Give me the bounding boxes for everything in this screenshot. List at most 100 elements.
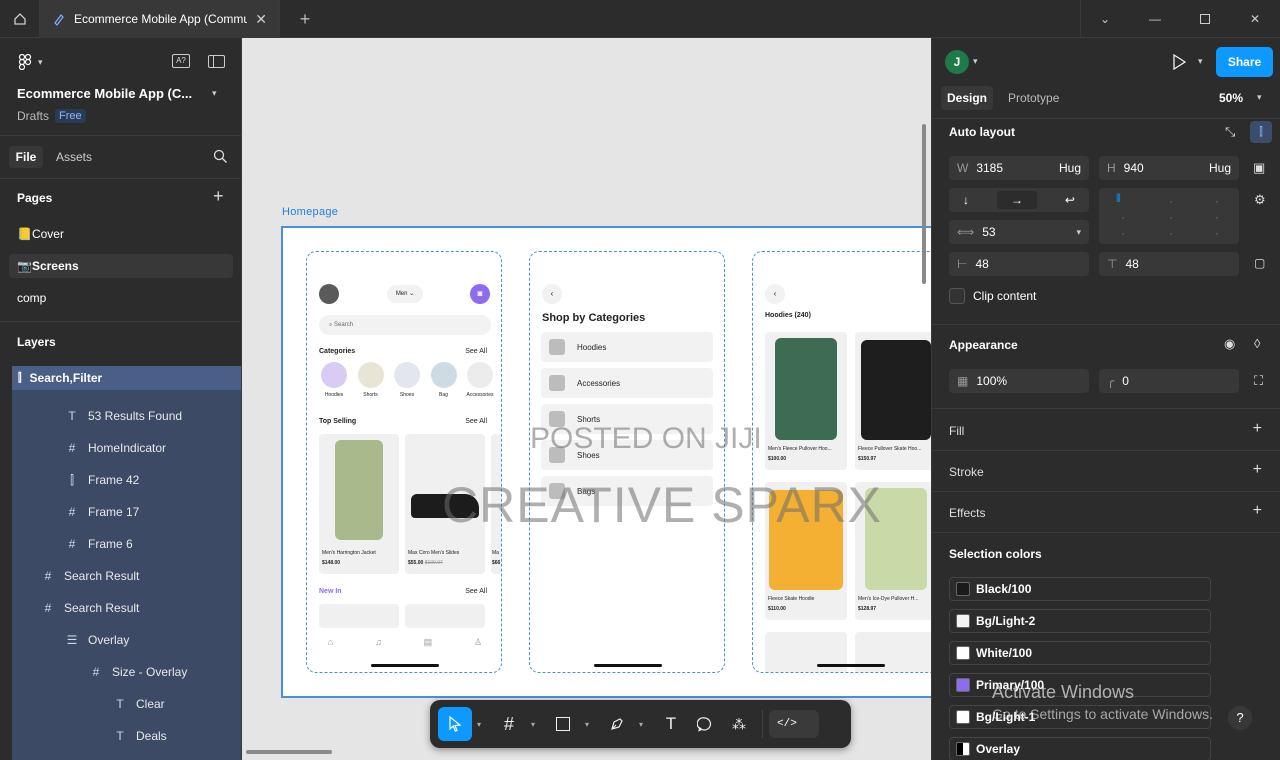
- tab-assets[interactable]: Assets: [56, 146, 92, 168]
- see-all-link[interactable]: See All: [465, 418, 487, 425]
- category-item[interactable]: Shoes: [392, 362, 422, 402]
- color-swatch[interactable]: [956, 678, 970, 692]
- pen-tool[interactable]: [600, 707, 634, 741]
- color-swatch[interactable]: [956, 710, 970, 724]
- blend-mode-icon[interactable]: ◊: [1254, 336, 1260, 351]
- height-field[interactable]: H 940 Hug: [1099, 156, 1239, 180]
- layer-item[interactable]: # Frame 17: [12, 496, 241, 528]
- page-item-screens[interactable]: 📷Screens: [9, 254, 233, 278]
- padding-individual-icon[interactable]: ▢: [1254, 256, 1265, 270]
- product-card[interactable]: Fleece Pullover Skate Hoo... $150.97: [855, 332, 931, 470]
- add-effect-icon[interactable]: +: [1253, 502, 1262, 520]
- vertical-scrollbar[interactable]: [922, 124, 926, 284]
- layer-item[interactable]: ⫿ Frame 42: [12, 464, 241, 496]
- color-swatch[interactable]: [956, 646, 970, 660]
- screen-hoodies[interactable]: ‹ Hoodies (240) Men's Fleece Pullover Ho…: [752, 251, 931, 673]
- category-row[interactable]: Accessories: [541, 368, 713, 398]
- maximize-button[interactable]: [1180, 0, 1230, 38]
- search-icon[interactable]: [213, 149, 228, 164]
- arrow-right-icon[interactable]: →: [996, 191, 1037, 209]
- wrap-icon[interactable]: ↩: [1065, 193, 1075, 207]
- add-fill-icon[interactable]: +: [1253, 420, 1262, 438]
- file-location[interactable]: Drafts: [17, 109, 49, 123]
- chevron-down-icon[interactable]: ▾: [526, 720, 540, 729]
- resize-icon[interactable]: ▣: [1253, 160, 1265, 176]
- orders-icon[interactable]: ▤: [424, 637, 433, 648]
- eye-icon[interactable]: ◉: [1224, 336, 1235, 352]
- color-swatch[interactable]: [956, 742, 970, 756]
- opacity-field[interactable]: ▦ 100%: [949, 369, 1089, 393]
- back-icon[interactable]: ‹: [765, 284, 785, 304]
- settings-icon[interactable]: ⚙: [1254, 192, 1266, 208]
- text-tool[interactable]: T: [654, 707, 688, 741]
- category-item[interactable]: Accessories: [465, 362, 495, 402]
- layer-item[interactable]: # Size - Overlay: [12, 656, 241, 688]
- screen-home[interactable]: Men ⌄ ◙ ⌕ Search Categories See All Hood…: [306, 251, 502, 673]
- padding-vertical-field[interactable]: ⊤ 48: [1099, 252, 1239, 276]
- color-swatch[interactable]: [956, 582, 970, 596]
- tabs-dropdown-button[interactable]: ⌄: [1080, 0, 1130, 38]
- height-mode[interactable]: Hug: [1209, 161, 1231, 175]
- width-field[interactable]: W 3185 Hug: [949, 156, 1089, 180]
- help-button[interactable]: ?: [1228, 706, 1252, 730]
- new-tab-button[interactable]: +: [290, 0, 320, 38]
- profile-icon[interactable]: ♙: [474, 637, 482, 648]
- canvas[interactable]: Homepage Men ⌄ ◙ ⌕ Search Categories See…: [242, 38, 931, 760]
- category-item[interactable]: Bag: [429, 362, 459, 402]
- share-button[interactable]: Share: [1216, 47, 1273, 77]
- selection-color-row[interactable]: White/100: [949, 641, 1211, 665]
- tab-design[interactable]: Design: [941, 86, 993, 110]
- back-icon[interactable]: ‹: [542, 284, 562, 304]
- chevron-down-icon[interactable]: ▾: [580, 720, 594, 729]
- clip-content-checkbox[interactable]: [949, 288, 965, 304]
- horizontal-scrollbar[interactable]: [246, 750, 332, 754]
- layer-item[interactable]: # Frame 6: [12, 528, 241, 560]
- tab-prototype[interactable]: Prototype: [1008, 86, 1059, 110]
- layer-item[interactable]: # Search Result: [12, 560, 241, 592]
- font-avatar-badge[interactable]: A?: [172, 54, 190, 68]
- layer-item[interactable]: T 53 Results Found: [12, 400, 241, 432]
- close-window-button[interactable]: ✕: [1230, 0, 1280, 38]
- chevron-down-icon[interactable]: ▾: [472, 720, 486, 729]
- file-name[interactable]: Ecommerce Mobile App (C...: [17, 86, 192, 101]
- chevron-down-icon[interactable]: ▾: [1257, 92, 1262, 103]
- chevron-down-icon[interactable]: ▾: [212, 88, 217, 99]
- see-all-link[interactable]: See All: [465, 348, 487, 355]
- home-icon[interactable]: ⌂: [328, 637, 333, 647]
- bag-icon[interactable]: ◙: [470, 284, 490, 304]
- bell-icon[interactable]: ♫: [375, 637, 382, 647]
- chevron-down-icon[interactable]: ▾: [634, 720, 648, 729]
- layer-item[interactable]: T Deals: [12, 720, 241, 752]
- width-mode[interactable]: Hug: [1059, 161, 1081, 175]
- product-card[interactable]: [405, 604, 485, 628]
- category-item[interactable]: Hoodies: [319, 362, 349, 402]
- move-tool[interactable]: [438, 707, 472, 741]
- screen-categories[interactable]: ‹ Shop by Categories Hoodies Accessories…: [529, 251, 725, 673]
- collapse-icon[interactable]: ⤡: [1225, 124, 1235, 140]
- category-row[interactable]: Hoodies: [541, 332, 713, 362]
- play-icon[interactable]: [1172, 54, 1186, 70]
- gap-field[interactable]: ⟺ 53 ▾: [949, 220, 1089, 244]
- main-menu-button[interactable]: ▾: [0, 52, 242, 72]
- product-card[interactable]: [319, 604, 399, 628]
- page-item-cover[interactable]: 📒Cover: [17, 227, 64, 241]
- layer-selected[interactable]: ⫿ Search,Filter: [12, 366, 241, 390]
- auto-layout-toggle[interactable]: ⫿: [1250, 121, 1272, 143]
- see-all-link[interactable]: See All: [465, 588, 487, 595]
- layer-item[interactable]: # HomeIndicator: [12, 432, 241, 464]
- selection-color-row[interactable]: Black/100: [949, 577, 1211, 601]
- alignment-grid[interactable]: ⦀ · · · · · · · ·: [1099, 188, 1239, 244]
- layer-item[interactable]: ☰ Overlay: [12, 624, 241, 656]
- comment-tool[interactable]: [688, 707, 722, 741]
- dev-mode-toggle[interactable]: </>: [769, 710, 819, 738]
- color-swatch[interactable]: [956, 614, 970, 628]
- arrow-down-icon[interactable]: ↓: [963, 193, 969, 207]
- home-button[interactable]: [0, 0, 40, 38]
- selection-color-row[interactable]: Overlay: [949, 737, 1211, 760]
- toggle-sidebar-icon[interactable]: [208, 55, 225, 68]
- avatar[interactable]: [319, 284, 339, 304]
- product-card[interactable]: Men's Fleece Pullover Hoo... $100.00: [765, 332, 847, 470]
- chevron-down-icon[interactable]: ▾: [1198, 56, 1203, 67]
- category-item[interactable]: Shorts: [356, 362, 386, 402]
- search-input[interactable]: ⌕ Search: [319, 315, 491, 335]
